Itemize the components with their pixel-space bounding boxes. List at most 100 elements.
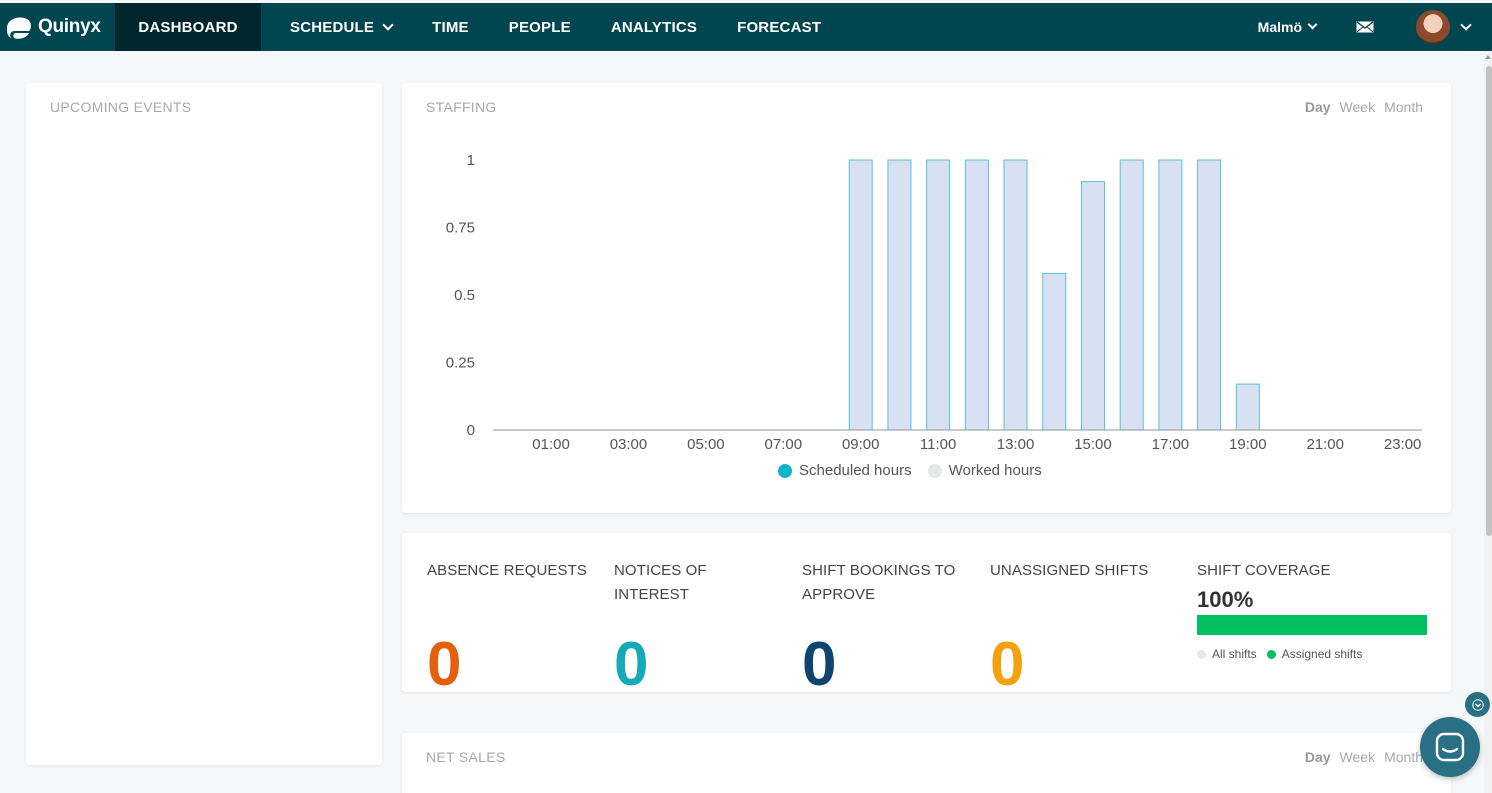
shift-coverage-label: SHIFT COVERAGE [1197, 562, 1331, 579]
notices-of-interest-value: 0 [614, 630, 649, 699]
x-tick-label: 17:00 [1152, 436, 1190, 453]
nav-analytics-label: ANALYTICS [610, 18, 698, 36]
period-month[interactable]: Month [1384, 99, 1423, 115]
stats-card: ABSENCE REQUESTS 0 NOTICES OF INTEREST 0… [402, 533, 1451, 696]
x-tick-label: 05:00 [687, 436, 725, 453]
net-sales-title: NET SALES [426, 749, 506, 765]
staffing-bar[interactable] [1119, 159, 1144, 431]
y-tick-label: 0.5 [454, 287, 475, 304]
nav-people[interactable]: PEOPLE [509, 3, 571, 51]
net-sales-card: NET SALES Day Week Month [402, 733, 1451, 793]
nav-dashboard-label: DASHBOARD [138, 18, 238, 36]
staffing-bar[interactable] [1158, 159, 1183, 431]
x-tick-label: 09:00 [842, 436, 880, 453]
staffing-legend: Scheduled hours Worked hours [778, 462, 1042, 479]
upcoming-events-card: UPCOMING EVENTS [26, 83, 382, 765]
chat-button[interactable] [1420, 717, 1480, 777]
x-tick-label: 03:00 [610, 436, 648, 453]
nav-schedule[interactable]: SCHEDULE [290, 3, 394, 51]
staffing-title: STAFFING [426, 99, 497, 115]
staffing-bar[interactable] [1235, 383, 1260, 431]
shift-coverage-bar [1197, 615, 1427, 635]
shift-coverage-value: 100% [1197, 587, 1254, 612]
period-week[interactable]: Week [1340, 749, 1376, 765]
staffing-bar[interactable] [1197, 159, 1222, 431]
shift-bookings-value: 0 [802, 630, 837, 699]
staffing-period-switch: Day Week Month [1305, 99, 1423, 115]
legend-worked-label: Worked hours [948, 462, 1042, 479]
staffing-card: STAFFING Day Week Month 0 0.25 0.5 0.75 1 01:… [402, 83, 1451, 513]
y-tick-label: 0.25 [446, 355, 475, 372]
upcoming-events-title: UPCOMING EVENTS [50, 99, 192, 115]
unassigned-shifts-stat[interactable]: UNASSIGNED SHIFTS 0 [990, 559, 1170, 696]
nav-time[interactable]: TIME [432, 3, 469, 51]
y-tick-label: 0 [467, 422, 475, 439]
scroll-up-arrow-icon[interactable] [1485, 55, 1491, 59]
legend-dot-icon [778, 463, 792, 478]
chevron-down-icon[interactable] [1460, 18, 1472, 31]
x-tick-label: 23:00 [1384, 436, 1422, 453]
notices-of-interest-label: NOTICES OF INTEREST [614, 562, 707, 603]
absence-requests-label: ABSENCE REQUESTS [427, 562, 587, 579]
legend-scheduled-label: Scheduled hours [799, 462, 912, 479]
period-week[interactable]: Week [1340, 99, 1376, 115]
legend-assigned-shifts: Assigned shifts [1266, 647, 1363, 661]
shift-bookings-stat[interactable]: SHIFT BOOKINGS TO APPROVE 0 [802, 559, 972, 696]
nav-right: Malmö [1258, 3, 1492, 51]
period-month[interactable]: Month [1384, 749, 1423, 765]
chevron-down-icon [1307, 19, 1318, 30]
staffing-bar[interactable] [1080, 181, 1105, 431]
chevron-down-icon [1471, 698, 1484, 711]
period-day[interactable]: Day [1305, 749, 1331, 765]
chat-collapse-button[interactable] [1465, 692, 1490, 717]
legend-worked-hours[interactable]: Worked hours [927, 462, 1042, 479]
unassigned-shifts-value: 0 [990, 630, 1025, 699]
user-avatar[interactable] [1416, 10, 1450, 44]
nav-forecast[interactable]: FORECAST [737, 3, 821, 51]
chat-icon [1435, 732, 1465, 762]
staffing-bar[interactable] [887, 159, 912, 431]
mail-icon[interactable] [1356, 21, 1374, 33]
net-sales-period-switch: Day Week Month [1305, 749, 1423, 765]
coverage-legend: All shifts Assigned shifts [1197, 647, 1429, 661]
legend-all-shifts-label: All shifts [1212, 647, 1257, 661]
legend-assigned-shifts-label: Assigned shifts [1281, 647, 1363, 661]
nav-forecast-label: FORECAST [737, 18, 822, 36]
nav-time-label: TIME [432, 18, 469, 36]
shift-bookings-label: SHIFT BOOKINGS TO APPROVE [802, 562, 956, 603]
chevron-down-icon [382, 18, 394, 31]
nav-schedule-label: SCHEDULE [290, 18, 375, 36]
logo-text: Quinyx [38, 16, 101, 37]
shift-coverage-stat[interactable]: SHIFT COVERAGE 100% All shifts Assigned … [1197, 559, 1429, 661]
staffing-bar[interactable] [1042, 272, 1067, 431]
period-day[interactable]: Day [1305, 99, 1331, 115]
logo[interactable]: Quinyx [0, 3, 115, 51]
location-label: Malmö [1257, 19, 1302, 35]
staffing-bar[interactable] [1003, 159, 1028, 431]
x-tick-label: 21:00 [1306, 436, 1344, 453]
legend-scheduled-hours[interactable]: Scheduled hours [778, 462, 912, 479]
nav-people-label: PEOPLE [508, 18, 571, 36]
y-tick-label: 1 [467, 152, 475, 169]
staffing-chart: 0 0.25 0.5 0.75 1 01:00 03:00 05:00 07:00 09:00 11… [446, 152, 1422, 453]
staffing-bar[interactable] [848, 159, 873, 431]
legend-dot-icon [1266, 649, 1276, 659]
legend-dot-icon [1197, 649, 1206, 659]
absence-requests-stat[interactable]: ABSENCE REQUESTS 0 [427, 559, 602, 696]
x-tick-label: 15:00 [1074, 436, 1112, 453]
absence-requests-value: 0 [427, 630, 462, 699]
staffing-bar[interactable] [926, 159, 951, 431]
legend-dot-icon [927, 463, 942, 478]
staffing-bar[interactable] [964, 159, 989, 431]
scrollbar-thumb[interactable] [1486, 66, 1492, 536]
nav-analytics[interactable]: ANALYTICS [611, 3, 697, 51]
y-tick-label: 0.75 [446, 220, 475, 237]
location-selector[interactable]: Malmö [1257, 19, 1318, 35]
top-navigation: Quinyx DASHBOARD SCHEDULE TIME PEOPLE AN… [0, 3, 1492, 51]
legend-all-shifts: All shifts [1197, 647, 1257, 661]
nav-dashboard[interactable]: DASHBOARD [115, 3, 261, 51]
x-tick-label: 01:00 [532, 436, 570, 453]
notices-of-interest-stat[interactable]: NOTICES OF INTEREST 0 [614, 559, 754, 696]
unassigned-shifts-label: UNASSIGNED SHIFTS [990, 562, 1149, 579]
shift-coverage-fill [1197, 615, 1427, 635]
